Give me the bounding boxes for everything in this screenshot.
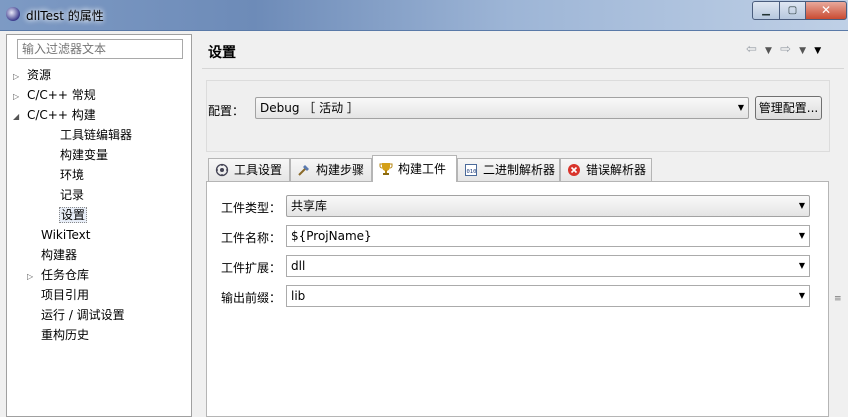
back-menu-icon[interactable]: ▼ [765,46,774,56]
tree-item-wikitext[interactable]: WikiText [41,225,91,245]
close-button[interactable]: ✕ [805,1,847,20]
tab-binary-parser[interactable]: 010 二进制解析器 [457,158,560,181]
output-prefix-combo[interactable]: lib ▼ [286,285,810,307]
dropdown-arrow-icon[interactable]: ▼ [799,286,805,306]
artifact-extension-label: 工件扩展： [221,261,282,275]
back-arrow-icon[interactable]: ⇦ [746,42,759,57]
dropdown-arrow-icon[interactable]: ▼ [799,256,805,276]
sidebar: ▷资源 ▷C/C++ 常规 ◢C/C++ 构建 工具链编辑器 构建变量 环境 记… [6,34,192,417]
build-steps-icon [298,165,309,176]
artifact-name-label: 工件名称： [221,231,282,245]
forward-menu-icon[interactable]: ▼ [799,46,808,56]
tab-build-artifact[interactable]: 构建工件 [372,155,457,182]
tree-item-logging[interactable]: 记录 [60,185,84,205]
tree-item-refactoring-history[interactable]: 重构历史 [41,325,89,345]
filter-input[interactable] [17,39,183,59]
build-artifact-panel: 工件类型： 共享库 ▼ 工件名称： ${ProjName} ▼ 工件扩展： dl… [206,181,829,417]
expand-arrow-icon[interactable]: ▷ [13,67,27,87]
expand-arrow-icon[interactable]: ▷ [13,87,27,107]
tree-item-toolchain-editor[interactable]: 工具链编辑器 [60,125,132,145]
view-menu-icon[interactable]: ▼ [814,46,823,56]
window-titlebar: dllTest 的属性 ▁ ▢ ✕ [0,0,848,31]
page-title: 设置 [208,45,236,61]
nav-arrows: ⇦ ▼ ⇨ ▼ ▼ [746,42,823,57]
artifact-type-label: 工件类型： [221,201,282,215]
tree-item-cpp-general[interactable]: ▷ C/C++ 常规 [13,85,96,105]
configuration-label: 配置： [208,104,245,118]
tree-item-environment[interactable]: 环境 [60,165,84,185]
collapse-arrow-icon[interactable]: ◢ [13,107,27,127]
tool-settings-icon [215,163,229,177]
window-title: dllTest 的属性 [26,9,104,23]
trophy-icon [379,163,393,175]
tree-item-task-repository[interactable]: ▷ 任务仓库 [27,265,89,285]
tree-item-builders[interactable]: 构建器 [41,245,77,265]
dropdown-arrow-icon: ▼ [798,201,805,210]
artifact-type-select[interactable]: 共享库 ▼ [286,195,810,217]
tree-item-resource[interactable]: ▷ 资源 [13,65,51,85]
tab-error-parser[interactable]: 错误解析器 [560,158,652,181]
error-icon [568,164,580,176]
tree-item-settings[interactable]: 设置 [59,205,88,225]
forward-arrow-icon[interactable]: ⇨ [780,42,793,57]
tree-item-run-debug-settings[interactable]: 运行 / 调试设置 [41,305,125,325]
manage-configurations-button[interactable]: 管理配置... [755,96,822,120]
dropdown-arrow-icon[interactable]: ▼ [799,226,805,246]
binary-parser-icon: 010 [465,164,477,176]
artifact-extension-combo[interactable]: dll ▼ [286,255,810,277]
divider [202,68,844,69]
tree-item-cpp-build[interactable]: ◢ C/C++ 构建 [13,105,96,125]
scroll-grip-icon: ≡ [834,294,842,304]
minimize-button[interactable]: ▁ [752,1,780,20]
configuration-select[interactable]: Debug ［ 活动 ］ ▼ [255,97,749,119]
tree-item-build-variables[interactable]: 构建变量 [60,145,108,165]
eclipse-icon [6,7,20,21]
svg-text:010: 010 [467,169,477,175]
tab-build-steps[interactable]: 构建步骤 [290,158,372,181]
artifact-name-combo[interactable]: ${ProjName} ▼ [286,225,810,247]
tree-item-project-references[interactable]: 项目引用 [41,285,89,305]
maximize-button[interactable]: ▢ [779,1,806,20]
output-prefix-label: 输出前缀： [221,291,282,305]
expand-arrow-icon[interactable]: ▷ [27,267,41,287]
main-panel: 设置 ⇦ ▼ ⇨ ▼ ▼ 配置： Debug ［ 活动 ］ ▼ 管理配置... … [198,34,848,417]
tab-tool-settings[interactable]: 工具设置 [208,158,290,181]
dropdown-arrow-icon: ▼ [737,103,744,112]
